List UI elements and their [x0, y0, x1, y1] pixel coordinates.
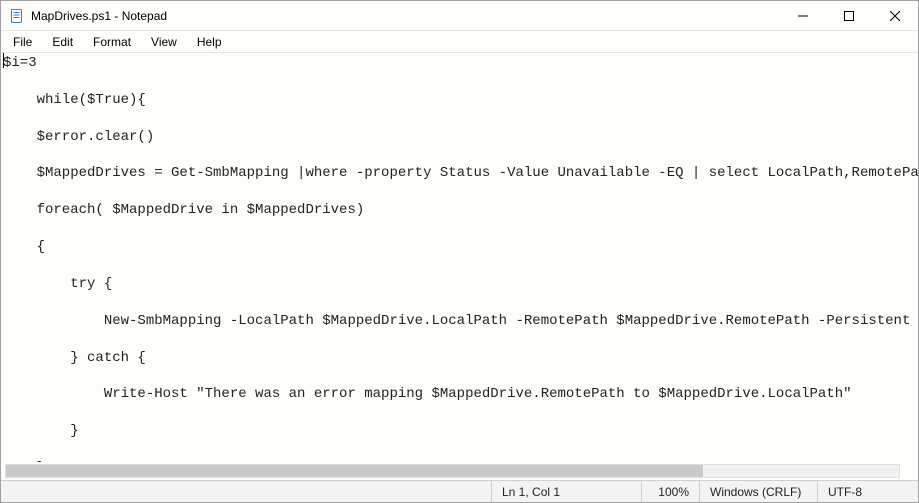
editor-line [3, 183, 916, 201]
notepad-window: MapDrives.ps1 - Notepad File Edit Format… [0, 0, 919, 503]
window-controls [780, 1, 918, 30]
horizontal-scrollbar[interactable] [5, 464, 900, 478]
editor-line [3, 404, 916, 422]
titlebar[interactable]: MapDrives.ps1 - Notepad [1, 1, 918, 31]
editor-line: try { [3, 275, 916, 293]
editor-line: } [3, 422, 916, 440]
editor-line: foreach( $MappedDrive in $MappedDrives) [3, 201, 916, 219]
editor-line [3, 330, 916, 348]
editor-line [3, 72, 916, 90]
close-button[interactable] [872, 1, 918, 30]
status-encoding: UTF-8 [818, 481, 918, 502]
status-cursor: Ln 1, Col 1 [492, 481, 642, 502]
editor-line: while($True){ [3, 91, 916, 109]
editor-line: $i=3 [3, 53, 916, 72]
menu-file[interactable]: File [3, 33, 42, 51]
editor-line [3, 109, 916, 127]
menu-view[interactable]: View [141, 33, 187, 51]
minimize-button[interactable] [780, 1, 826, 30]
menubar: File Edit Format View Help [1, 31, 918, 53]
editor-line [3, 441, 916, 459]
editor-area: $i=3 while($True){ $error.clear() $Mappe… [1, 53, 918, 480]
editor-line: $error.clear() [3, 128, 916, 146]
editor-line [3, 256, 916, 274]
notepad-icon [9, 8, 25, 24]
editor-line [3, 220, 916, 238]
editor-line [3, 367, 916, 385]
editor-line [3, 146, 916, 164]
status-zoom: 100% [642, 481, 700, 502]
editor-line: } [3, 459, 916, 462]
statusbar-spacer [1, 481, 492, 502]
menu-format[interactable]: Format [83, 33, 141, 51]
menu-help[interactable]: Help [187, 33, 232, 51]
statusbar: Ln 1, Col 1 100% Windows (CRLF) UTF-8 [1, 480, 918, 502]
horizontal-scrollbar-thumb[interactable] [6, 465, 703, 477]
editor-line: { [3, 238, 916, 256]
editor-line: } catch { [3, 349, 916, 367]
maximize-button[interactable] [826, 1, 872, 30]
editor-line: Write-Host "There was an error mapping $… [3, 385, 916, 403]
editor-line [3, 293, 916, 311]
editor-line: $MappedDrives = Get-SmbMapping |where -p… [3, 164, 916, 182]
menu-edit[interactable]: Edit [42, 33, 83, 51]
status-eol: Windows (CRLF) [700, 481, 818, 502]
editor-line: New-SmbMapping -LocalPath $MappedDrive.L… [3, 312, 916, 330]
window-title: MapDrives.ps1 - Notepad [31, 9, 167, 23]
text-editor[interactable]: $i=3 while($True){ $error.clear() $Mappe… [1, 53, 918, 462]
